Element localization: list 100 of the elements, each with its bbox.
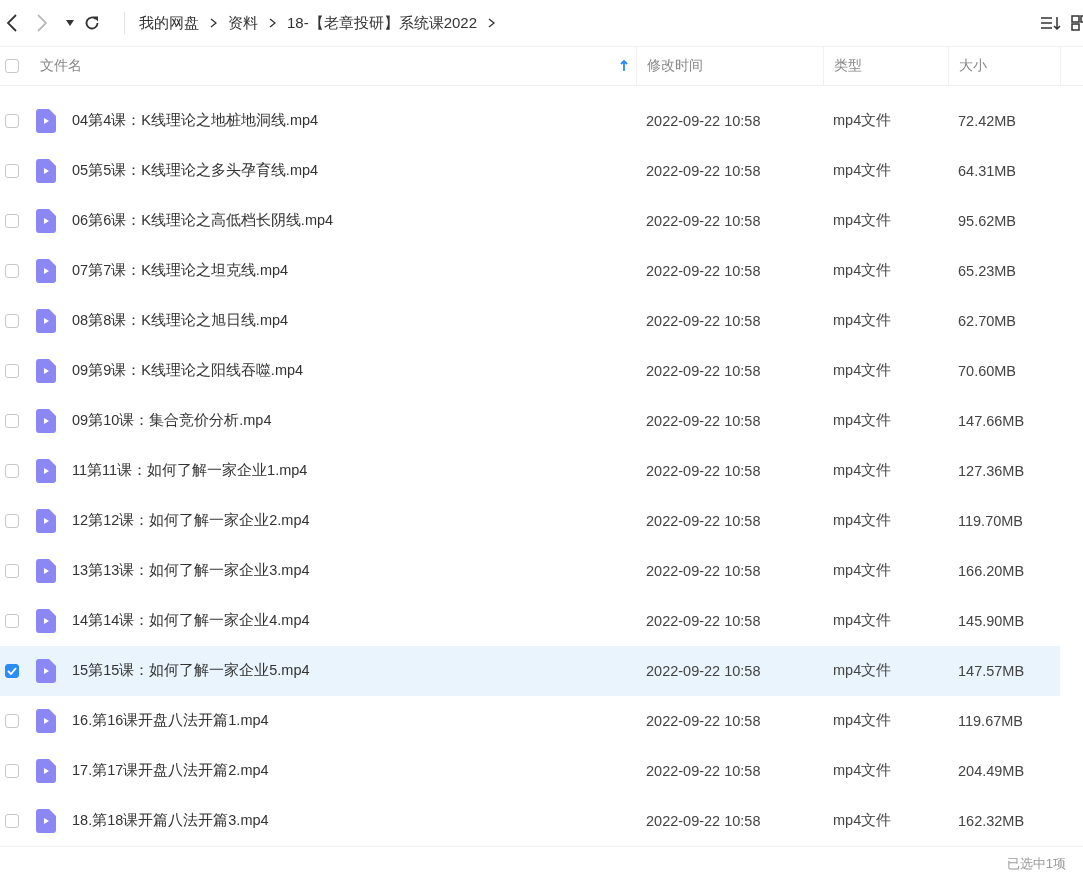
checkbox[interactable] xyxy=(5,163,19,178)
file-type-cell-text: mp4文件 xyxy=(832,811,893,831)
column-header[interactable]: 修改时间 xyxy=(647,56,703,75)
checkbox[interactable] xyxy=(5,513,19,528)
file-type-cell-text: mp4文件 xyxy=(832,761,893,781)
modified-time-cell-text: 2022-09-22 10:58 xyxy=(645,112,762,129)
column-header[interactable]: 大小 xyxy=(959,56,987,75)
modified-time-cell-text: 2022-09-22 10:58 xyxy=(645,462,762,479)
video-file-icon xyxy=(36,608,56,633)
checkbox[interactable] xyxy=(5,613,19,628)
file-type-cell-text: mp4文件 xyxy=(832,711,893,731)
file-type-cell-text: mp4文件 xyxy=(832,411,893,431)
file-size-cell-text: 95.62MB xyxy=(957,212,1018,229)
checkbox[interactable] xyxy=(5,113,19,128)
video-file-icon xyxy=(36,708,56,733)
file-name: 17.第17课开盘八法开篇2.mp4 xyxy=(72,761,269,781)
file-size-cell-text: 64.31MB xyxy=(957,162,1018,179)
breadcrumb-link[interactable]: 我的网盘 xyxy=(139,13,199,33)
file-type-cell-text: mp4文件 xyxy=(832,361,893,381)
breadcrumb-link[interactable]: 资料 xyxy=(228,13,258,33)
file-size-cell-text: 204.49MB xyxy=(957,762,1026,779)
column-header[interactable]: 类型 xyxy=(834,56,862,75)
file-size-cell-text: 72.42MB xyxy=(957,112,1018,129)
checkbox[interactable] xyxy=(5,463,19,478)
modified-time-cell-text: 2022-09-22 10:58 xyxy=(645,362,762,379)
forward-button[interactable] xyxy=(36,14,48,33)
file-row[interactable]: 04第4课：K线理论之地桩地洞线.mp4 2022-09-22 10:58 mp4文件 72.42MB xyxy=(0,95,1060,146)
selection-status: 已选中1项 xyxy=(1006,855,1066,874)
video-file-icon xyxy=(36,108,56,133)
modified-time-cell-text: 2022-09-22 10:58 xyxy=(645,612,762,629)
video-file-icon xyxy=(36,458,56,483)
modified-time-cell-text: 2022-09-22 10:58 xyxy=(645,412,762,429)
file-size-cell-text: 162.32MB xyxy=(957,812,1026,829)
file-type-cell-text: mp4文件 xyxy=(832,161,893,181)
chevron-icon xyxy=(210,18,217,29)
back-button[interactable] xyxy=(6,14,18,33)
chevron-icon xyxy=(269,18,276,29)
refresh-button[interactable] xyxy=(84,15,100,32)
checkbox[interactable] xyxy=(5,813,19,828)
video-file-icon xyxy=(36,658,56,683)
sort-button[interactable] xyxy=(1041,15,1061,32)
file-row[interactable]: 07第7课：K线理论之坦克线.mp4 2022-09-22 10:58 mp4文件 65.23MB xyxy=(0,245,1060,296)
file-name: 08第8课：K线理论之旭日线.mp4 xyxy=(72,311,289,331)
checkbox[interactable] xyxy=(5,563,19,578)
video-file-icon xyxy=(36,208,56,233)
checkbox[interactable] xyxy=(5,58,19,73)
modified-time-cell-text: 2022-09-22 10:58 xyxy=(645,162,762,179)
checkbox[interactable] xyxy=(5,213,19,228)
file-type-cell-text: mp4文件 xyxy=(832,511,893,531)
file-row[interactable]: 09第10课：集合竞价分析.mp4 2022-09-22 10:58 mp4文件 147.66MB xyxy=(0,395,1060,446)
file-row[interactable]: 13第13课：如何了解一家企业3.mp4 2022-09-22 10:58 mp4文件 166.20MB xyxy=(0,545,1060,596)
checkbox[interactable] xyxy=(5,263,19,278)
file-row[interactable]: 11第11课：如何了解一家企业1.mp4 2022-09-22 10:58 mp4文件 127.36MB xyxy=(0,445,1060,496)
checkbox[interactable] xyxy=(5,663,19,678)
file-size-cell-text: 145.90MB xyxy=(957,612,1026,629)
modified-time-cell-text: 2022-09-22 10:58 xyxy=(645,562,762,579)
file-name: 18.第18课开篇八法开篇3.mp4 xyxy=(72,811,269,831)
modified-time-cell-text: 2022-09-22 10:58 xyxy=(645,312,762,329)
file-row[interactable]: 08第8课：K线理论之旭日线.mp4 2022-09-22 10:58 mp4文件 62.70MB xyxy=(0,295,1060,346)
file-row[interactable]: 05第5课：K线理论之多头孕育线.mp4 2022-09-22 10:58 mp4文件 64.31MB xyxy=(0,145,1060,196)
grid-view-button[interactable] xyxy=(1071,14,1083,32)
file-type-cell-text: mp4文件 xyxy=(832,561,893,581)
file-row[interactable]: 18.第18课开篇八法开篇3.mp4 2022-09-22 10:58 mp4文件 162.32MB xyxy=(0,795,1060,846)
file-row[interactable]: 16.第16课开盘八法开篇1.mp4 2022-09-22 10:58 mp4文件 119.67MB xyxy=(0,695,1060,746)
file-name: 15第15课：如何了解一家企业5.mp4 xyxy=(72,661,310,681)
column-header[interactable]: 文件名 xyxy=(40,56,82,75)
breadcrumb-link[interactable]: 18-【老章投研】系统课2022 xyxy=(287,13,478,33)
video-file-icon xyxy=(36,758,56,783)
checkbox[interactable] xyxy=(5,763,19,778)
chevron-icon xyxy=(488,18,496,29)
file-row[interactable]: 09第9课：K线理论之阳线吞噬.mp4 2022-09-22 10:58 mp4文件 70.60MB xyxy=(0,345,1060,396)
file-size-cell-text: 70.60MB xyxy=(957,362,1018,379)
video-file-icon xyxy=(36,808,56,833)
file-type-cell-text: mp4文件 xyxy=(832,661,893,681)
file-row[interactable]: 14第14课：如何了解一家企业4.mp4 2022-09-22 10:58 mp4文件 145.90MB xyxy=(0,595,1060,646)
file-size-cell-text: 62.70MB xyxy=(957,312,1018,329)
file-size-cell-text: 147.57MB xyxy=(957,662,1026,679)
file-name: 05第5课：K线理论之多头孕育线.mp4 xyxy=(72,161,319,181)
file-name: 07第7课：K线理论之坦克线.mp4 xyxy=(72,261,289,281)
file-row[interactable]: 17.第17课开盘八法开篇2.mp4 2022-09-22 10:58 mp4文件 204.49MB xyxy=(0,745,1060,796)
file-row[interactable]: 06第6课：K线理论之高低档长阴线.mp4 2022-09-22 10:58 mp4文件 95.62MB xyxy=(0,195,1060,246)
file-type-cell-text: mp4文件 xyxy=(832,111,893,131)
file-type-cell-text: mp4文件 xyxy=(832,261,893,281)
file-row[interactable]: 15第15课：如何了解一家企业5.mp4 2022-09-22 10:58 mp4文件 147.57MB xyxy=(0,645,1060,696)
checkbox[interactable] xyxy=(5,313,19,328)
file-name: 11第11课：如何了解一家企业1.mp4 xyxy=(72,461,308,481)
checkbox[interactable] xyxy=(5,713,19,728)
history-dropdown-button[interactable] xyxy=(66,20,74,27)
file-type-cell-text: mp4文件 xyxy=(832,461,893,481)
file-row[interactable]: 12第12课：如何了解一家企业2.mp4 2022-09-22 10:58 mp4文件 119.70MB xyxy=(0,495,1060,546)
modified-time-cell-text: 2022-09-22 10:58 xyxy=(645,662,762,679)
video-file-icon xyxy=(36,308,56,333)
file-name: 09第10课：集合竞价分析.mp4 xyxy=(72,411,272,431)
checkbox[interactable] xyxy=(5,363,19,378)
checkbox[interactable] xyxy=(5,413,19,428)
file-size-cell-text: 119.67MB xyxy=(957,712,1025,729)
video-file-icon xyxy=(36,508,56,533)
file-name: 12第12课：如何了解一家企业2.mp4 xyxy=(72,511,310,531)
video-file-icon xyxy=(36,158,56,183)
video-file-icon xyxy=(36,258,56,283)
